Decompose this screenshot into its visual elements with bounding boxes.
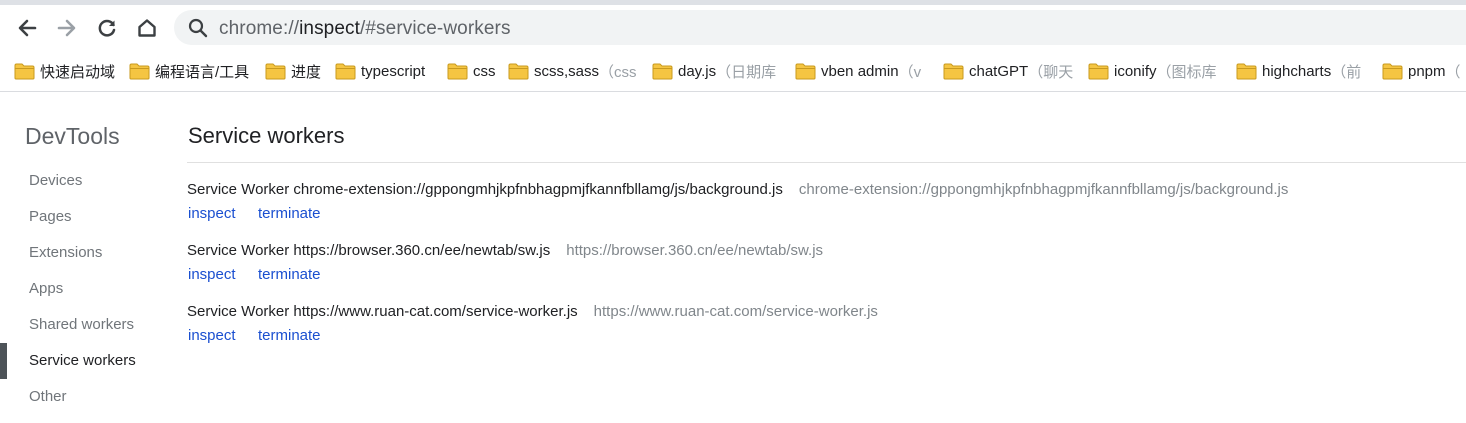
inspect-link[interactable]: inspect (188, 266, 236, 283)
bookmark-folder[interactable]: chatGPT （聊天 (943, 61, 1076, 81)
bookmark-label-overflow: （前 (1331, 63, 1362, 81)
folder-icon (1088, 63, 1109, 79)
back-arrow-icon (18, 19, 37, 37)
terminate-link[interactable]: terminate (258, 205, 321, 222)
folder-icon (265, 63, 286, 79)
bookmarks-bar: 快速启动域 编程语言/工具 进度 typescript css scss,sas… (0, 51, 1466, 92)
worker-url: https://browser.360.cn/ee/newtab/sw.js (566, 242, 824, 259)
inspect-link[interactable]: inspect (188, 327, 236, 344)
bookmark-label: day.js (678, 62, 717, 80)
folder-icon (14, 63, 35, 79)
bookmark-folder[interactable]: css (447, 61, 499, 81)
bookmark-label: highcharts (1262, 62, 1332, 80)
sidebar-item-shared-workers[interactable]: Shared workers (29, 316, 134, 333)
bookmark-label: iconify (1114, 62, 1157, 80)
main-content: Service workers Service Worker chrome-ex… (187, 92, 1466, 423)
bookmark-label-overflow: （ (1445, 63, 1461, 81)
folder-icon (795, 63, 816, 79)
bookmark-label: chatGPT (969, 62, 1029, 80)
back-button[interactable] (11, 12, 43, 44)
bookmark-folder[interactable]: iconify （图标库 (1088, 61, 1222, 81)
worker-url: https://www.ruan-cat.com/service-worker.… (593, 303, 878, 320)
bookmark-folder[interactable]: highcharts （前 (1236, 61, 1370, 81)
bookmark-label-overflow: （日期库 (716, 63, 777, 81)
url-host: inspect (299, 18, 360, 39)
home-icon (138, 19, 156, 37)
bookmark-label-overflow: （v (898, 63, 922, 81)
sidebar-item-service-workers[interactable]: Service workers (29, 352, 136, 369)
bookmark-label-overflow: （图标库 (1156, 63, 1217, 81)
bookmark-label: 编程语言/工具 (155, 63, 250, 81)
reload-button[interactable] (91, 12, 123, 44)
worker-row-header: Service Worker https://browser.360.cn/ee… (187, 242, 823, 259)
sidebar-item-apps[interactable]: Apps (29, 280, 63, 297)
terminate-link[interactable]: terminate (258, 327, 321, 344)
bookmark-label: css (473, 62, 496, 80)
active-indicator (0, 343, 7, 379)
bookmark-label: 进度 (291, 63, 322, 81)
folder-icon (335, 63, 356, 79)
search-icon (188, 18, 208, 38)
folder-icon (447, 63, 468, 79)
forward-button[interactable] (51, 12, 83, 44)
bookmark-folder[interactable]: day.js （日期库 (652, 61, 782, 81)
folder-icon (1236, 63, 1257, 79)
bookmark-folder[interactable]: 快速启动域 (14, 61, 119, 81)
bookmark-folder[interactable]: typescript (335, 61, 437, 81)
bookmark-label: scss,sass (534, 62, 600, 80)
address-bar[interactable]: chrome://inspect/#service-workers (174, 10, 1466, 45)
worker-row-header: Service Worker chrome-extension://gppong… (187, 181, 1288, 198)
browser-toolbar: chrome://inspect/#service-workers (0, 5, 1466, 51)
address-text[interactable]: chrome://inspect/#service-workers (219, 18, 511, 40)
bookmark-folder[interactable]: vben admin （v (795, 61, 928, 81)
reload-icon (98, 19, 116, 37)
divider (187, 162, 1466, 163)
worker-name: Service Worker https://browser.360.cn/ee… (187, 242, 551, 259)
terminate-link[interactable]: terminate (258, 266, 321, 283)
worker-row-header: Service Worker https://www.ruan-cat.com/… (187, 303, 878, 320)
sidebar-item-devices[interactable]: Devices (29, 172, 82, 189)
bookmark-folder[interactable]: scss,sass （css (508, 61, 638, 81)
worker-name: Service Worker chrome-extension://gppong… (187, 181, 783, 198)
sidebar-item-other[interactable]: Other (29, 388, 67, 405)
sidebar: DevTools Devices Pages Extensions Apps S… (0, 92, 175, 423)
folder-icon (508, 63, 529, 79)
bookmark-label-overflow: （聊天 (1028, 63, 1074, 81)
bookmark-folder[interactable]: 编程语言/工具 (129, 61, 254, 81)
folder-icon (652, 63, 673, 79)
worker-name: Service Worker https://www.ruan-cat.com/… (187, 303, 578, 320)
page-title: Service workers (188, 123, 345, 148)
bookmark-folder[interactable]: 进度 (265, 61, 327, 81)
url-path: /#service-workers (360, 18, 511, 39)
forward-arrow-icon (57, 19, 76, 37)
sidebar-item-extensions[interactable]: Extensions (29, 244, 102, 261)
bookmark-folder[interactable]: pnpm （ (1382, 61, 1466, 81)
inspect-link[interactable]: inspect (188, 205, 236, 222)
bookmark-label: pnpm (1408, 62, 1446, 80)
folder-icon (129, 63, 150, 79)
worker-url: chrome-extension://gppongmhjkpfnbhagpmjf… (798, 181, 1289, 198)
folder-icon (1382, 63, 1403, 79)
sidebar-item-pages[interactable]: Pages (29, 208, 72, 225)
folder-icon (943, 63, 964, 79)
bookmark-label: 快速启动域 (40, 63, 116, 81)
devtools-title: DevTools (25, 123, 120, 149)
url-scheme: chrome:// (219, 18, 300, 39)
bookmark-label: vben admin (821, 62, 899, 80)
bookmark-label-overflow: （css (599, 63, 637, 81)
home-button[interactable] (131, 12, 163, 44)
bookmark-label: typescript (361, 62, 426, 80)
